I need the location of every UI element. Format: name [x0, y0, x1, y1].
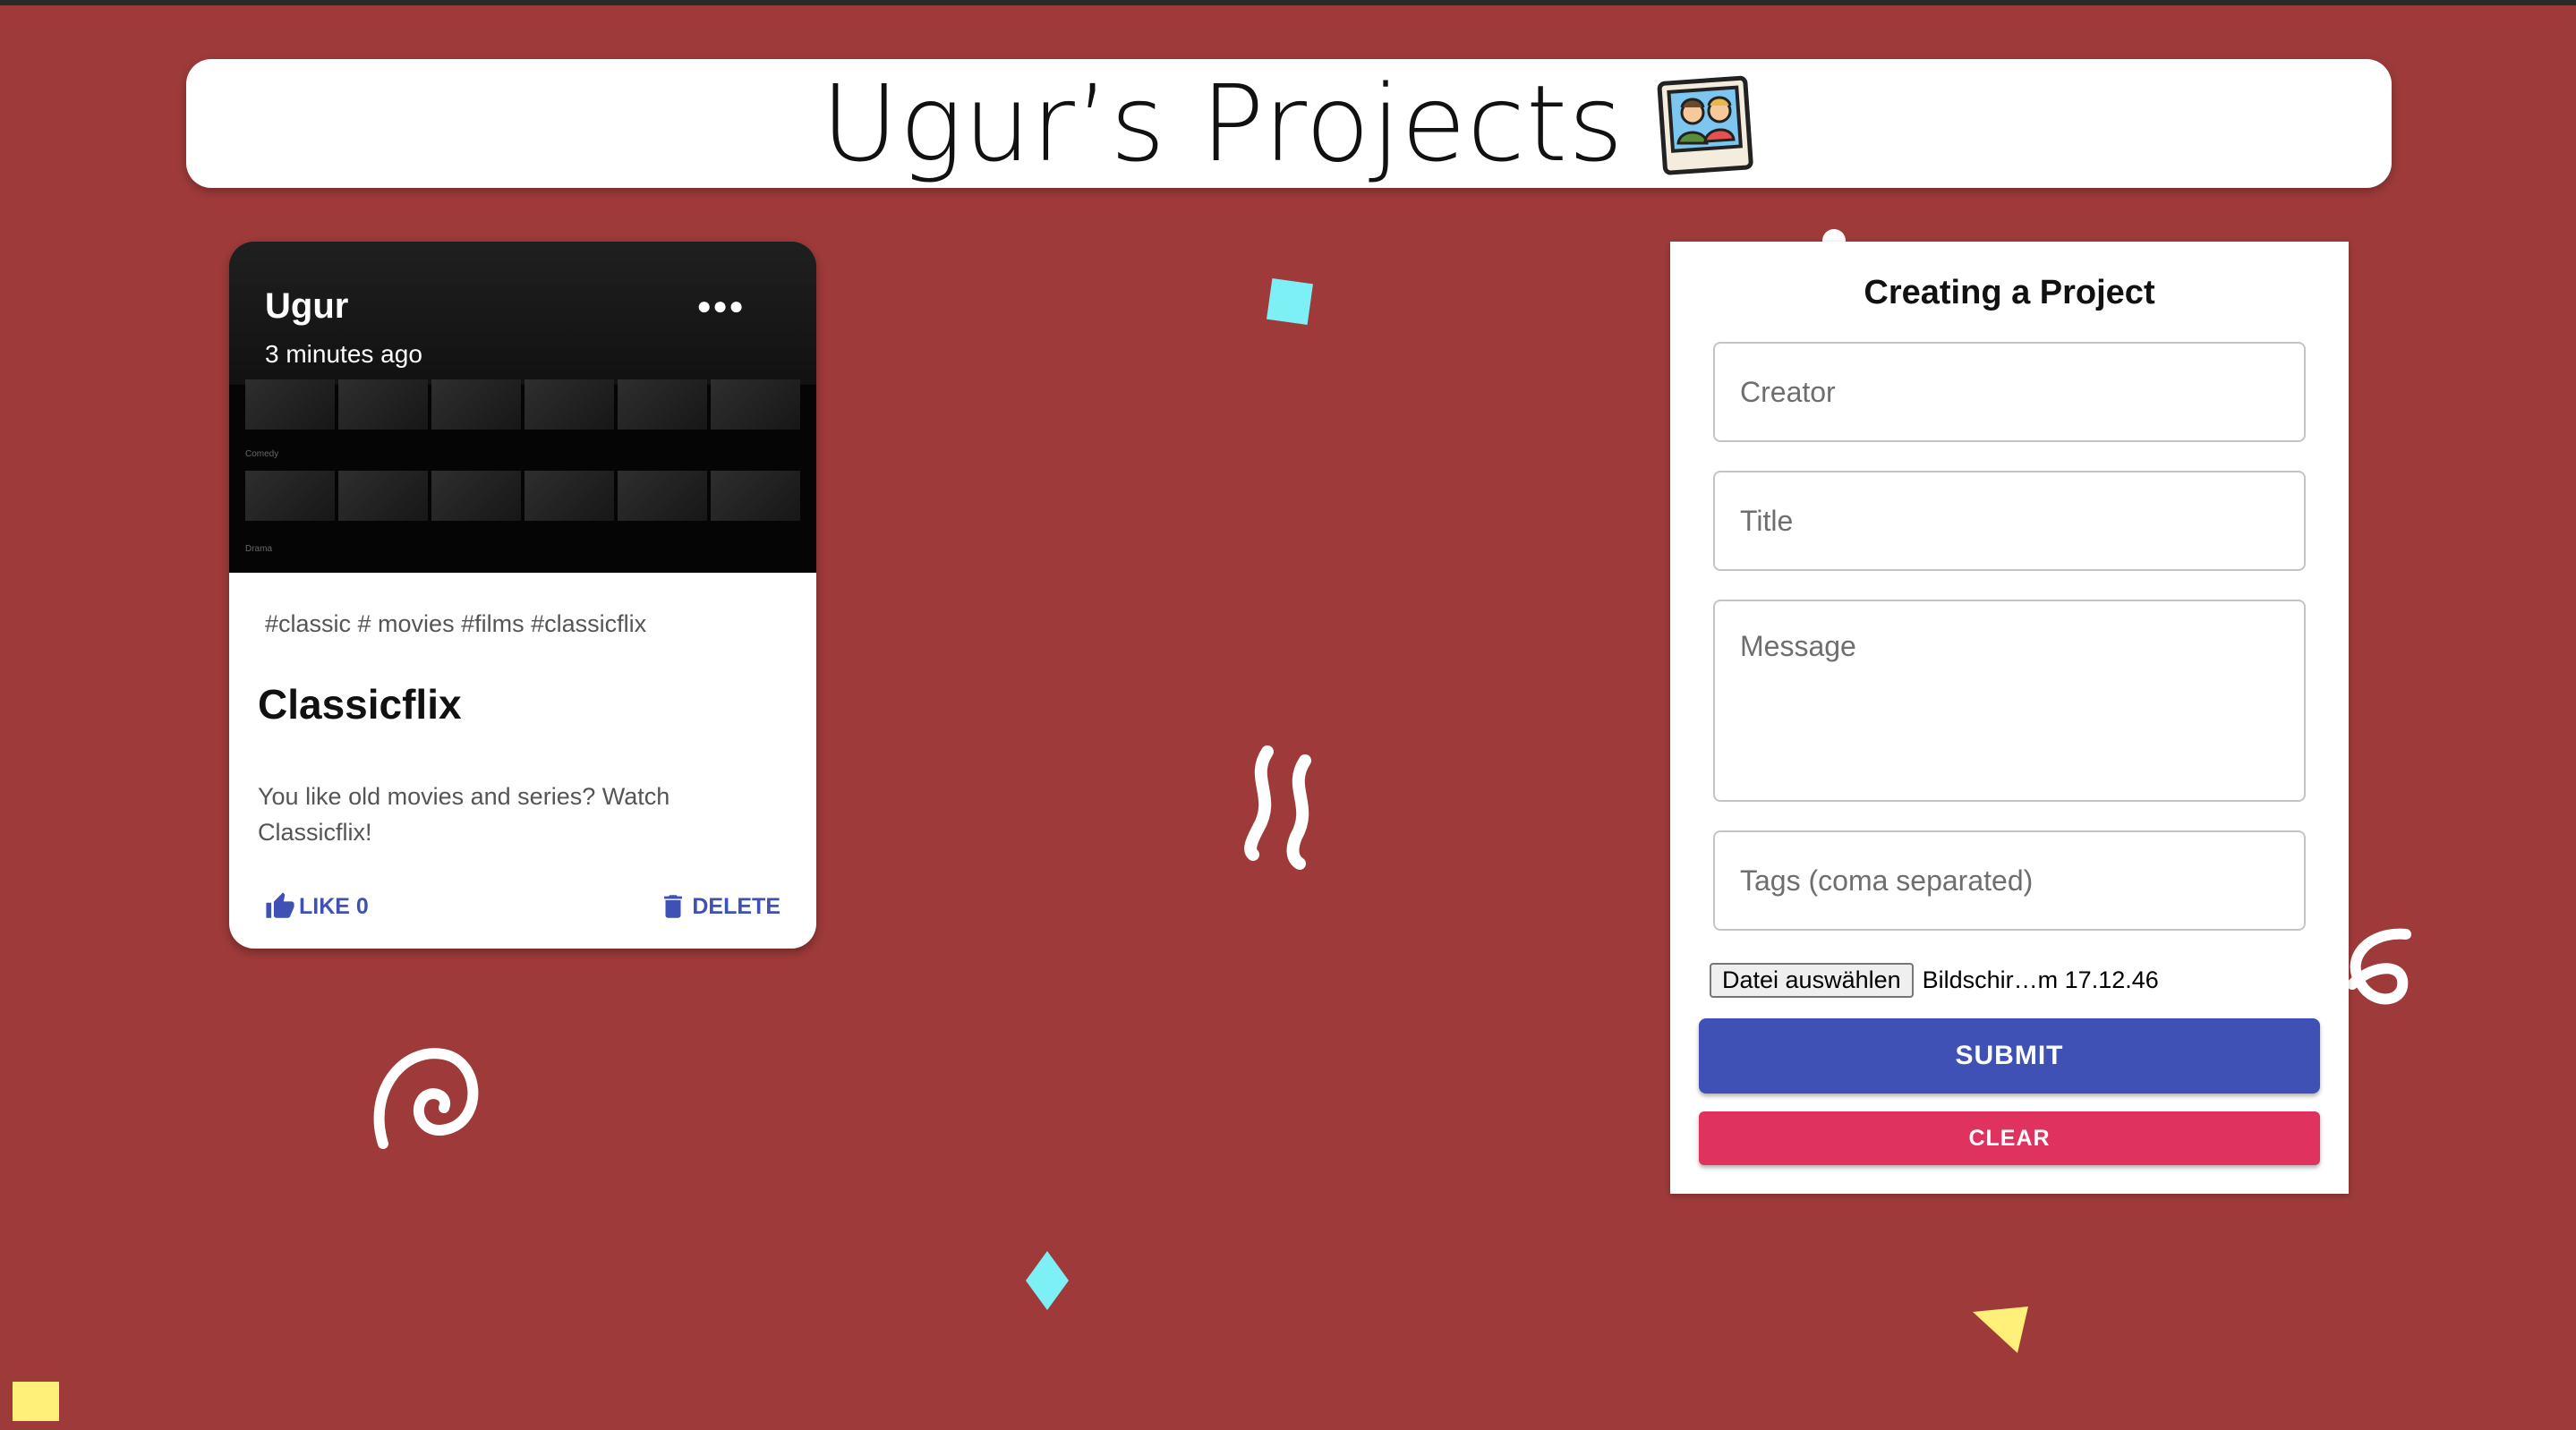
more-horizontal-icon[interactable]: ●●●: [696, 292, 745, 320]
post-tags: #classic # movies #films #classicflix: [265, 610, 647, 637]
file-picker: Datei auswählen Bildschir…m 17.12.46: [1710, 963, 2159, 998]
confetti-square-cyan: [1267, 278, 1313, 325]
photo-polaroid-icon: [1657, 75, 1753, 175]
creator-input[interactable]: [1713, 342, 2306, 442]
clear-button[interactable]: CLEAR: [1699, 1111, 2320, 1165]
post-creator: Ugur: [265, 286, 349, 326]
post-title: Classicflix: [258, 681, 462, 728]
submit-button[interactable]: SUBMIT: [1699, 1018, 2320, 1094]
thumb-up-icon: [266, 892, 294, 918]
confetti-diamond-cyan: [1026, 1251, 1069, 1310]
title-input[interactable]: [1713, 471, 2306, 571]
window-top-border: [0, 0, 2576, 5]
form-heading: Creating a Project: [1864, 274, 2155, 311]
post-message: You like old movies and series? Watch Cl…: [258, 783, 670, 846]
selected-file-name: Bildschir…m 17.12.46: [1922, 966, 2159, 993]
delete-button[interactable]: DELETE: [658, 891, 780, 922]
delete-label: DELETE: [692, 893, 780, 919]
app-title: Ugur’s Projects: [821, 62, 1625, 185]
create-project-form: Creating a Project Datei auswählen Bilds…: [1670, 242, 2349, 1194]
app-bar: Ugur’s Projects: [186, 59, 2392, 188]
post-image: Comedy Drama Ugur 3 minutes ago ●●●: [229, 242, 816, 573]
like-button[interactable]: LIKE 0: [265, 891, 369, 922]
tags-input[interactable]: [1713, 830, 2306, 931]
post-timestamp: 3 minutes ago: [265, 340, 422, 368]
like-label: LIKE 0: [299, 893, 369, 919]
confetti-spiral-white: [373, 1048, 479, 1149]
message-input[interactable]: [1713, 600, 2306, 802]
confetti-square-yellow: [13, 1382, 59, 1421]
confetti-squiggle-white: [1244, 745, 1311, 870]
choose-file-button[interactable]: Datei auswählen: [1710, 963, 1914, 998]
confetti-triangle-yellow: [1973, 1307, 2028, 1353]
trash-icon: [664, 895, 683, 918]
post-card: Comedy Drama Ugur 3 minutes ago ●●● #cla…: [229, 242, 816, 949]
